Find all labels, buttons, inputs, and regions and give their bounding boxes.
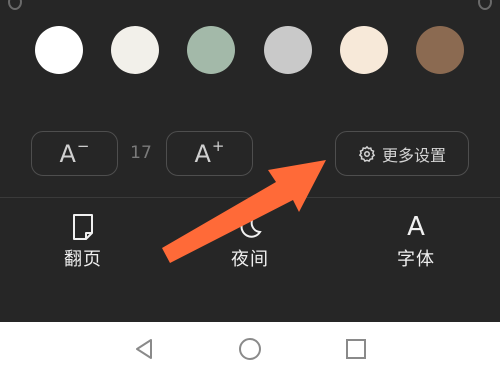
night-mode-label: 夜间 xyxy=(231,249,269,270)
decrease-font-label: A xyxy=(59,139,76,168)
theme-swatch-cream[interactable] xyxy=(111,26,159,74)
divider xyxy=(0,197,500,198)
font-glyph-icon: A xyxy=(407,212,425,242)
page-icon xyxy=(71,212,95,242)
back-triangle-icon[interactable] xyxy=(131,336,157,362)
theme-swatch-gray[interactable] xyxy=(264,26,312,74)
font-button[interactable]: A 字体 xyxy=(371,212,461,271)
page-turn-button[interactable]: 翻页 xyxy=(38,212,128,271)
home-circle-icon[interactable] xyxy=(237,336,263,362)
night-mode-button[interactable]: 夜间 xyxy=(205,212,295,271)
font-label: 字体 xyxy=(397,249,435,270)
system-nav-bar xyxy=(0,322,500,375)
increase-font-button[interactable]: A + xyxy=(166,131,253,176)
theme-swatch-white[interactable] xyxy=(35,26,83,74)
increase-font-label: A xyxy=(194,139,211,168)
gear-icon xyxy=(358,145,376,163)
minus-sign: − xyxy=(76,136,90,155)
more-settings-button[interactable]: 更多设置 xyxy=(335,131,469,176)
partial-top-icon xyxy=(8,0,22,10)
moon-icon xyxy=(237,212,263,242)
recent-square-icon[interactable] xyxy=(343,336,369,362)
theme-swatch-brown[interactable] xyxy=(416,26,464,74)
font-size-value: 17 xyxy=(130,143,152,163)
theme-swatch-peach[interactable] xyxy=(340,26,388,74)
more-settings-label: 更多设置 xyxy=(381,145,446,165)
reader-settings-panel: A − 17 A + 更多设置 翻页 夜间 A 字体 xyxy=(0,0,500,322)
plus-sign: + xyxy=(211,136,225,155)
page-turn-label: 翻页 xyxy=(64,249,102,270)
theme-swatch-green[interactable] xyxy=(187,26,235,74)
partial-top-icon xyxy=(478,0,492,10)
decrease-font-button[interactable]: A − xyxy=(31,131,118,176)
